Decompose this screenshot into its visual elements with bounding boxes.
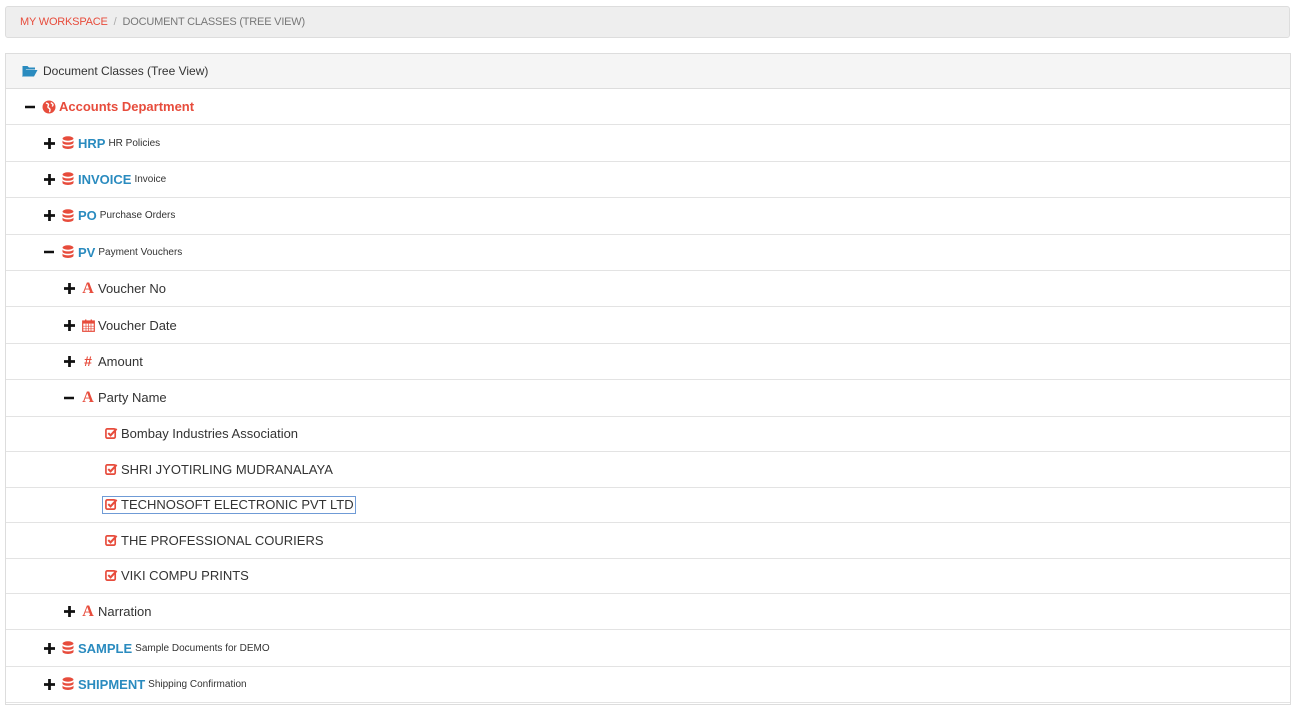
field-label[interactable]: Narration (98, 604, 151, 619)
value-label[interactable]: SHRI JYOTIRLING MUDRANALAYA (121, 462, 333, 477)
panel-title: Document Classes (Tree View) (43, 64, 209, 78)
class-code[interactable]: PO (78, 208, 97, 223)
checkbox-checked-icon[interactable] (104, 569, 118, 583)
collapse-toggle-icon[interactable] (24, 101, 36, 113)
tree-node-value[interactable]: SHRI JYOTIRLING MUDRANALAYA (6, 452, 1290, 488)
class-description: HR Policies (108, 137, 161, 149)
department-label[interactable]: Accounts Department (59, 99, 194, 114)
collapse-toggle-icon[interactable] (63, 392, 75, 404)
breadcrumb: MY WORKSPACE / DOCUMENT CLASSES (TREE VI… (5, 6, 1290, 38)
class-description: Sample Documents for DEMO (135, 642, 270, 654)
collapse-toggle-icon[interactable] (43, 246, 55, 258)
tree-node-class-sample[interactable]: SAMPLE Sample Documents for DEMO (6, 630, 1290, 667)
folder-open-icon (22, 66, 38, 77)
calendar-icon (81, 318, 95, 332)
checkbox-checked-icon[interactable] (104, 462, 118, 476)
class-code[interactable]: SAMPLE (78, 641, 132, 656)
tree-node-value-selected[interactable]: TECHNOSOFT ELECTRONIC PVT LTD (6, 488, 1290, 524)
tree-node-field-voucher-no[interactable]: A Voucher No (6, 271, 1290, 308)
expand-toggle-icon[interactable] (43, 642, 55, 654)
tree-panel: Document Classes (Tree View) Accounts De… (5, 53, 1291, 705)
globe-icon (42, 100, 56, 114)
expand-toggle-icon[interactable] (43, 678, 55, 690)
tree-node-value[interactable]: VIKI COMPU PRINTS (6, 559, 1290, 595)
database-icon (61, 677, 75, 691)
expand-toggle-icon[interactable] (63, 355, 75, 367)
value-label[interactable]: Bombay Industries Association (121, 426, 298, 441)
field-label[interactable]: Party Name (98, 390, 167, 405)
tree-node-class-shipment[interactable]: SHIPMENT Shipping Confirmation (6, 667, 1290, 704)
database-icon (61, 641, 75, 655)
field-label[interactable]: Voucher No (98, 281, 166, 296)
field-label[interactable]: Voucher Date (98, 318, 177, 333)
expand-toggle-icon[interactable] (63, 283, 75, 295)
expand-toggle-icon[interactable] (63, 319, 75, 331)
tree-node-value[interactable]: Bombay Industries Association (6, 417, 1290, 453)
tree-node-class-invoice[interactable]: INVOICE Invoice (6, 162, 1290, 199)
class-code[interactable]: HRP (78, 136, 105, 151)
panel-heading: Document Classes (Tree View) (6, 54, 1290, 89)
text-field-icon: A (82, 602, 94, 620)
tree-node-class-hrp[interactable]: HRP HR Policies (6, 125, 1290, 162)
class-code[interactable]: SHIPMENT (78, 677, 145, 692)
class-code[interactable]: PV (78, 245, 95, 260)
database-icon (61, 136, 75, 150)
checkbox-checked-icon[interactable] (104, 533, 118, 547)
tree-node-department[interactable]: Accounts Department (6, 89, 1290, 126)
tree-node-field-narration[interactable]: A Narration (6, 594, 1290, 631)
field-label[interactable]: Amount (98, 354, 143, 369)
class-description: Invoice (134, 173, 167, 185)
text-field-icon: A (82, 388, 94, 406)
tree-node-value[interactable]: THE PROFESSIONAL COURIERS (6, 523, 1290, 559)
class-code[interactable]: INVOICE (78, 172, 131, 187)
class-description: Shipping Confirmation (148, 678, 247, 690)
breadcrumb-root-link[interactable]: MY WORKSPACE (20, 16, 108, 28)
selected-value-highlight[interactable]: TECHNOSOFT ELECTRONIC PVT LTD (102, 495, 356, 514)
value-label[interactable]: VIKI COMPU PRINTS (121, 568, 249, 583)
database-icon (61, 245, 75, 259)
document-class-tree: Accounts Department HRP HR Policies INVO… (6, 89, 1290, 704)
tree-node-class-po[interactable]: PO Purchase Orders (6, 198, 1290, 235)
checkbox-checked-icon[interactable] (104, 427, 118, 441)
tree-node-field-amount[interactable]: # Amount (6, 344, 1290, 381)
class-description: Purchase Orders (99, 210, 176, 222)
breadcrumb-separator: / (113, 16, 117, 28)
class-description: Payment Vouchers (98, 246, 183, 258)
value-label[interactable]: TECHNOSOFT ELECTRONIC PVT LTD (121, 497, 354, 512)
checkbox-checked-icon[interactable] (104, 497, 118, 511)
tree-node-class-pv[interactable]: PV Payment Vouchers (6, 235, 1290, 271)
tree-node-field-party-name[interactable]: A Party Name (6, 380, 1290, 417)
database-icon (61, 172, 75, 186)
tree-node-field-voucher-date[interactable]: Voucher Date (6, 307, 1290, 344)
database-icon (61, 209, 75, 223)
expand-toggle-icon[interactable] (43, 210, 55, 222)
expand-toggle-icon[interactable] (43, 137, 55, 149)
text-field-icon: A (82, 279, 94, 297)
value-label[interactable]: THE PROFESSIONAL COURIERS (121, 533, 324, 548)
expand-toggle-icon[interactable] (43, 173, 55, 185)
hash-icon: # (84, 353, 92, 370)
expand-toggle-icon[interactable] (63, 606, 75, 618)
breadcrumb-current: DOCUMENT CLASSES (TREE VIEW) (122, 16, 306, 28)
